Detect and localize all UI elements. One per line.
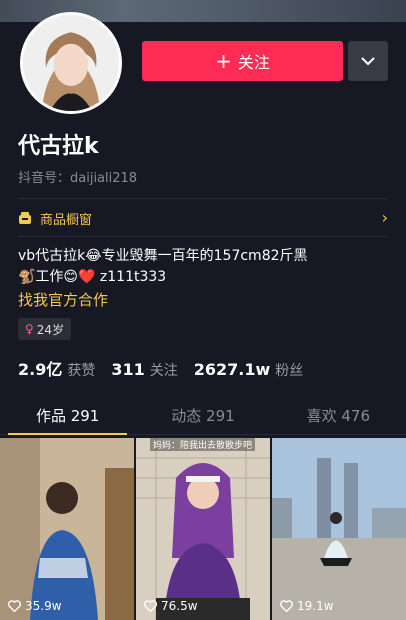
plus-icon: + (215, 49, 232, 73)
tab-works[interactable]: 作品 291 (0, 395, 135, 435)
following-count[interactable]: 311 (111, 360, 144, 379)
video-caption-overlay: 妈妈：陪我出去散散步吧 (150, 438, 256, 451)
divider (18, 236, 388, 237)
age-tag: ♀ 24岁 (18, 318, 72, 340)
profile-name: 代古拉k (18, 134, 99, 159)
tab-activity[interactable]: 动态 291 (135, 395, 270, 434)
chevron-right-icon: › (381, 208, 388, 227)
official-cooperation-link[interactable]: 找我官方合作 (18, 289, 108, 310)
divider (18, 198, 388, 199)
shop-window-row[interactable]: 商品橱窗 › (18, 206, 388, 230)
shop-icon (19, 212, 31, 224)
profile-tabs: 作品 291 动态 291 喜欢 476 (0, 395, 406, 435)
fans-count[interactable]: 2627.1w (194, 360, 271, 379)
video-thumbnail[interactable]: 妈妈：陪我出去散散步吧 76.5w (136, 438, 270, 620)
fans-label[interactable]: 粉丝 (275, 360, 303, 380)
likes-label: 获赞 (67, 363, 96, 379)
more-options-button[interactable] (348, 41, 388, 81)
likes-count: 2.9亿 (18, 360, 63, 379)
age-label: 24岁 (36, 322, 65, 337)
douyin-id: 抖音号：daijiali218 (18, 171, 138, 186)
bio: vb代古拉k😂专业毁舞一百年的157cm82斤黑 🐒工作😊❤️ z111t333 (18, 246, 388, 288)
tab-likes[interactable]: 喜欢 476 (271, 395, 406, 434)
likes-count: 19.1w (297, 599, 334, 613)
follow-label: 关注 (237, 53, 270, 72)
bio-line-2: 🐒工作😊❤️ z111t333 (18, 269, 167, 285)
profile-stats: 2.9亿 获赞 311 关注 2627.1w 粉丝 (18, 356, 319, 380)
video-thumbnail-image (136, 438, 270, 620)
video-thumbnail[interactable]: 19.1w (272, 438, 406, 620)
chevron-down-icon (361, 56, 375, 65)
female-icon: ♀ (25, 322, 34, 336)
video-thumbnail-image (272, 438, 406, 620)
likes-badge: 35.9w (8, 599, 62, 613)
likes-badge: 19.1w (280, 599, 334, 613)
video-thumbnail[interactable]: 35.9w (0, 438, 134, 620)
following-label[interactable]: 关注 (150, 360, 178, 380)
heart-icon (144, 600, 157, 612)
shop-window-label: 商品橱窗 (40, 212, 93, 228)
avatar-image (23, 15, 119, 111)
heart-icon (8, 600, 21, 612)
likes-count: 35.9w (25, 599, 62, 613)
bio-line-1: vb代古拉k😂专业毁舞一百年的157cm82斤黑 (18, 248, 308, 264)
likes-count: 76.5w (161, 599, 198, 613)
follow-button[interactable]: + 关注 (142, 41, 343, 81)
video-grid: 35.9w 妈妈：陪我出去散散步吧 76.5w 19.1w (0, 438, 406, 620)
heart-icon (280, 600, 293, 612)
likes-badge: 76.5w (144, 599, 198, 613)
video-thumbnail-image (0, 438, 134, 620)
avatar[interactable] (20, 12, 122, 114)
